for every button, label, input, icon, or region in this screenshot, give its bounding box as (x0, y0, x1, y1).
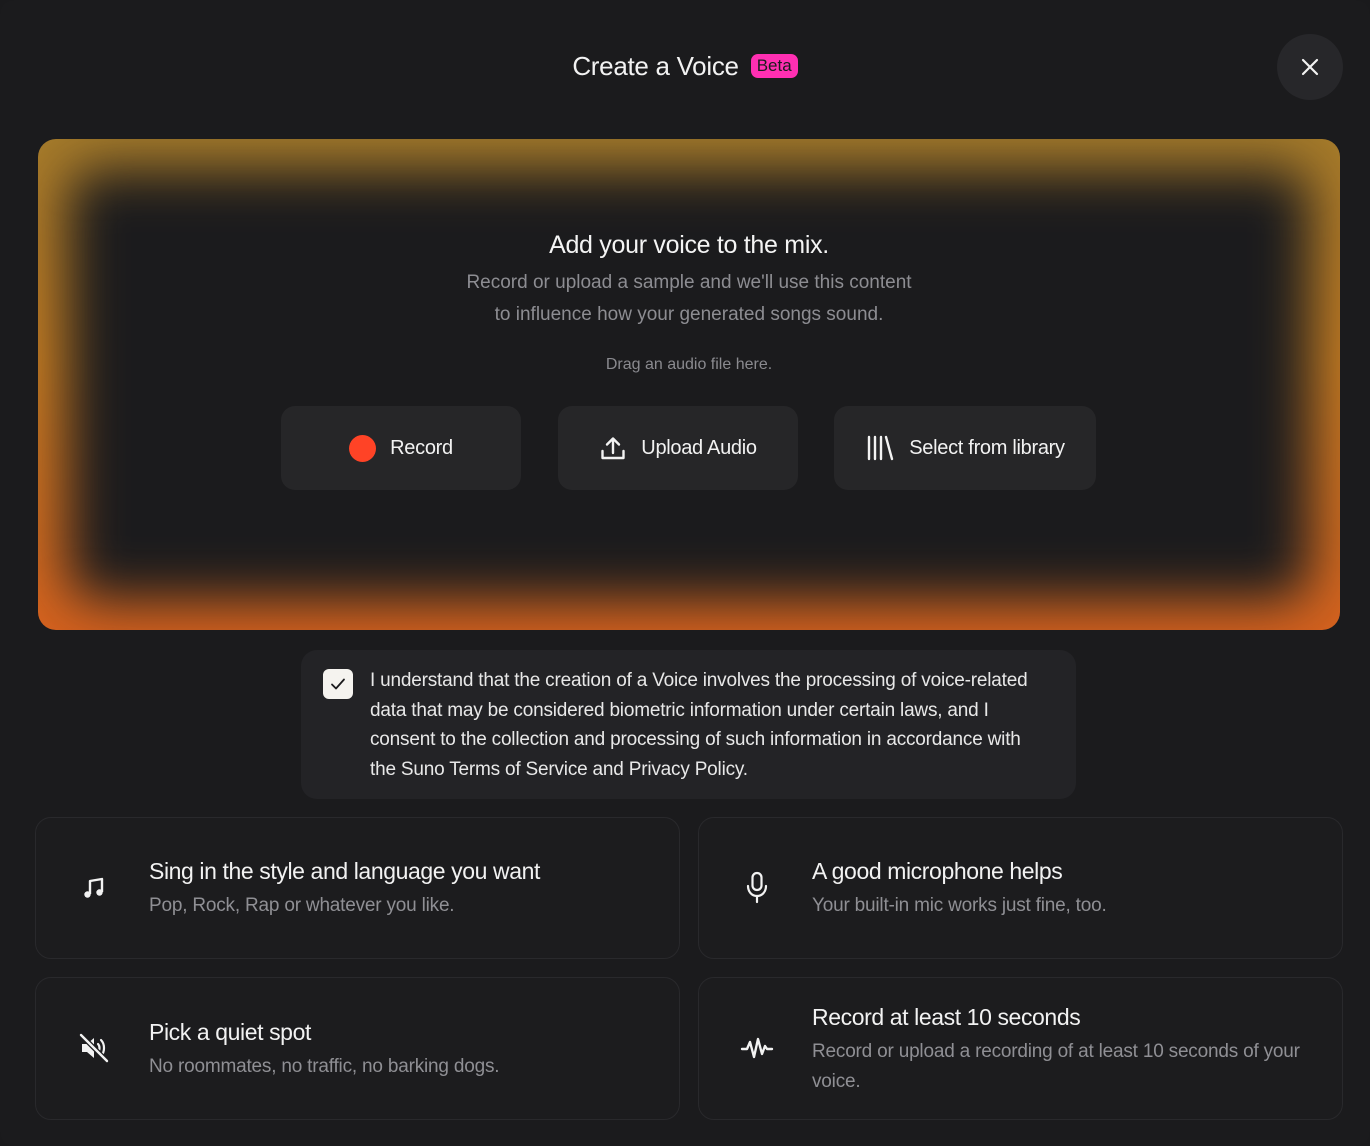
consent-checkbox[interactable] (323, 669, 353, 699)
tip-title: A good microphone helps (812, 858, 1063, 884)
record-dot-icon (349, 434, 377, 462)
tip-card-quiet: Pick a quiet spot No roommates, no traff… (35, 977, 680, 1120)
tip-title: Record at least 10 seconds (812, 1004, 1081, 1030)
tip-card-style: Sing in the style and language you want … (35, 817, 680, 959)
upload-audio-label: Upload Audio (641, 436, 757, 459)
waveform-icon (739, 1030, 775, 1066)
upload-audio-button[interactable]: Upload Audio (558, 406, 798, 490)
checkmark-icon (331, 678, 345, 690)
tip-card-microphone: A good microphone helps Your built-in mi… (698, 817, 1343, 959)
microphone-icon (739, 870, 775, 906)
record-button[interactable]: Record (281, 406, 521, 490)
tip-card-duration: Record at least 10 seconds Record or upl… (698, 977, 1343, 1120)
upload-icon (601, 437, 625, 460)
dropzone-title: Add your voice to the mix. (549, 231, 829, 259)
dropzone-description: Record or upload a sample and we'll use … (38, 267, 1340, 331)
dropzone-description-line2: to influence how your generated songs so… (494, 304, 884, 325)
audio-dropzone[interactable]: Add your voice to the mix. Record or upl… (38, 139, 1340, 630)
drag-hint: Drag an audio file here. (605, 356, 773, 373)
tip-description: No roommates, no traffic, no barking dog… (149, 1056, 500, 1077)
library-icon (868, 435, 894, 461)
tip-title: Pick a quiet spot (149, 1019, 311, 1045)
close-icon (1301, 58, 1319, 76)
create-voice-modal: Create a Voice Beta Add your voice to th… (0, 0, 1370, 1146)
speaker-muted-icon (76, 1030, 112, 1066)
modal-header: Create a Voice Beta (0, 44, 1370, 88)
close-button[interactable] (1277, 34, 1343, 100)
tip-description: Pop, Rock, Rap or whatever you like. (149, 895, 455, 916)
tip-title: Sing in the style and language you want (149, 858, 541, 884)
dropzone-description-line1: Record or upload a sample and we'll use … (466, 272, 912, 293)
consent-text: I understand that the creation of a Voic… (370, 670, 1028, 780)
beta-badge: Beta (750, 54, 798, 78)
select-from-library-label: Select from library (909, 436, 1065, 459)
tip-description: Record or upload a recording of at least… (812, 1041, 1300, 1092)
consent-box: I understand that the creation of a Voic… (301, 650, 1076, 799)
tip-description: Your built-in mic works just fine, too. (812, 895, 1107, 916)
music-note-icon (76, 870, 112, 906)
modal-title: Create a Voice (572, 50, 739, 81)
select-from-library-button[interactable]: Select from library (834, 406, 1096, 490)
record-button-label: Record (390, 436, 453, 459)
